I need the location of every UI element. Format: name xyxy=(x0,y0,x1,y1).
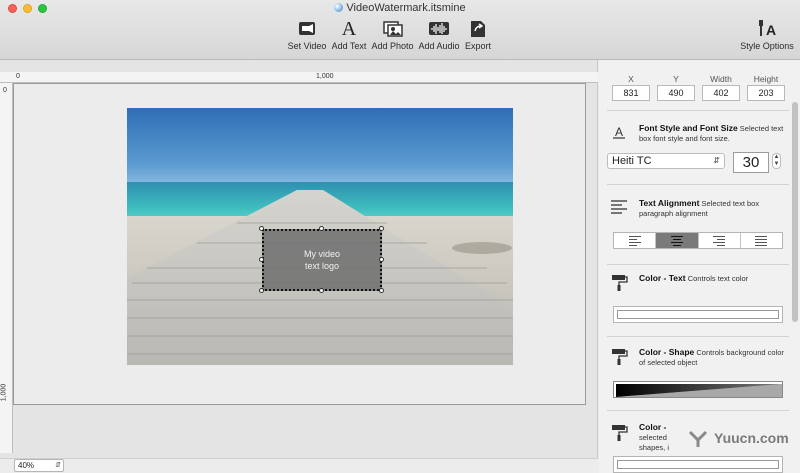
vertical-ruler: 0 1,000 xyxy=(0,83,13,453)
svg-text:A: A xyxy=(615,125,623,139)
paint-roller-icon xyxy=(610,274,628,291)
waveform-icon xyxy=(428,18,450,38)
width-field[interactable]: 402 xyxy=(702,85,740,101)
resize-handle-bottom-left[interactable] xyxy=(259,288,264,293)
resize-handle-top[interactable] xyxy=(319,226,324,231)
resize-handle-top-right[interactable] xyxy=(379,226,384,231)
divider xyxy=(607,110,789,111)
shape-color-well[interactable] xyxy=(613,381,783,398)
window-title: VideoWatermark.itsmine xyxy=(0,2,800,14)
divider xyxy=(607,410,789,411)
align-justify-button[interactable] xyxy=(741,233,782,248)
font-size-field[interactable]: 30 xyxy=(733,152,769,173)
resize-handle-left[interactable] xyxy=(259,257,264,262)
document-icon xyxy=(334,3,344,12)
style-options-icon: A xyxy=(756,18,778,38)
video-camera-icon xyxy=(296,18,318,38)
add-text-button[interactable]: A Add Text xyxy=(330,18,368,58)
divider xyxy=(607,336,789,337)
watermark-text: Yuucn.com xyxy=(714,430,789,446)
align-left-icon xyxy=(628,236,641,248)
paragraph-alignment-icon xyxy=(610,199,628,215)
text-color-well[interactable] xyxy=(613,306,783,323)
updown-chevron-icon: ⇵ xyxy=(713,156,720,165)
add-audio-button[interactable]: Add Audio xyxy=(418,18,460,58)
align-justify-icon xyxy=(755,236,768,248)
align-right-button[interactable] xyxy=(699,233,741,248)
divider xyxy=(607,264,789,265)
add-photo-button[interactable]: Add Photo xyxy=(371,18,414,58)
x-field[interactable]: 831 xyxy=(612,85,650,101)
horizontal-ruler: 0 1,000 xyxy=(0,72,598,83)
other-color-well[interactable] xyxy=(613,456,783,473)
divider xyxy=(607,184,789,185)
text-color-swatch xyxy=(617,310,779,319)
title-toolbar: VideoWatermark.itsmine Set Video A Add T… xyxy=(0,0,800,60)
inspector-scrollbar[interactable] xyxy=(792,102,798,322)
color-text-section: Color - Text Controls text color xyxy=(639,273,749,283)
inspector-panel: X Y Width Height 831 490 402 203 A Font … xyxy=(599,60,800,473)
font-family-select[interactable]: Heiti TC ⇵ xyxy=(607,153,725,169)
text-a-icon: A xyxy=(338,18,360,40)
other-color-swatch xyxy=(617,460,779,469)
font-size-stepper[interactable]: ▲ ▼ xyxy=(772,153,781,169)
watermark-logo-icon xyxy=(688,430,708,447)
resize-handle-bottom[interactable] xyxy=(319,288,324,293)
style-options-button[interactable]: A Style Options xyxy=(738,18,796,58)
paint-roller-icon xyxy=(610,424,628,441)
photo-icon xyxy=(382,18,404,38)
zoom-select[interactable]: 40% ⇵ xyxy=(14,459,64,472)
font-style-icon: A xyxy=(610,124,628,140)
resize-handle-right[interactable] xyxy=(379,257,384,262)
resize-handle-top-left[interactable] xyxy=(259,226,264,231)
align-left-button[interactable] xyxy=(614,233,657,248)
alignment-section: Text Alignment Selected text box paragra… xyxy=(639,198,760,218)
shape-gradient-swatch xyxy=(616,384,782,397)
export-icon xyxy=(467,18,489,38)
status-bar xyxy=(0,458,598,473)
resize-handle-bottom-right[interactable] xyxy=(379,288,384,293)
align-right-icon xyxy=(713,236,726,248)
height-field[interactable]: 203 xyxy=(747,85,785,101)
updown-chevron-icon: ⇵ xyxy=(55,462,61,469)
align-center-button[interactable] xyxy=(656,233,699,248)
font-style-section: Font Style and Font Size Selected text b… xyxy=(639,123,784,143)
svg-text:A: A xyxy=(766,22,776,38)
alignment-segmented-control xyxy=(613,232,783,249)
paint-roller-icon xyxy=(610,348,628,365)
set-video-button[interactable]: Set Video xyxy=(287,18,327,58)
y-field[interactable]: 490 xyxy=(657,85,695,101)
color-shape-section: Color - Shape Controls background color … xyxy=(639,347,784,367)
selected-text-box[interactable]: My video text logo xyxy=(262,229,382,291)
align-center-icon xyxy=(670,236,683,248)
export-button[interactable]: Export xyxy=(462,18,494,58)
svg-text:A: A xyxy=(342,18,357,38)
